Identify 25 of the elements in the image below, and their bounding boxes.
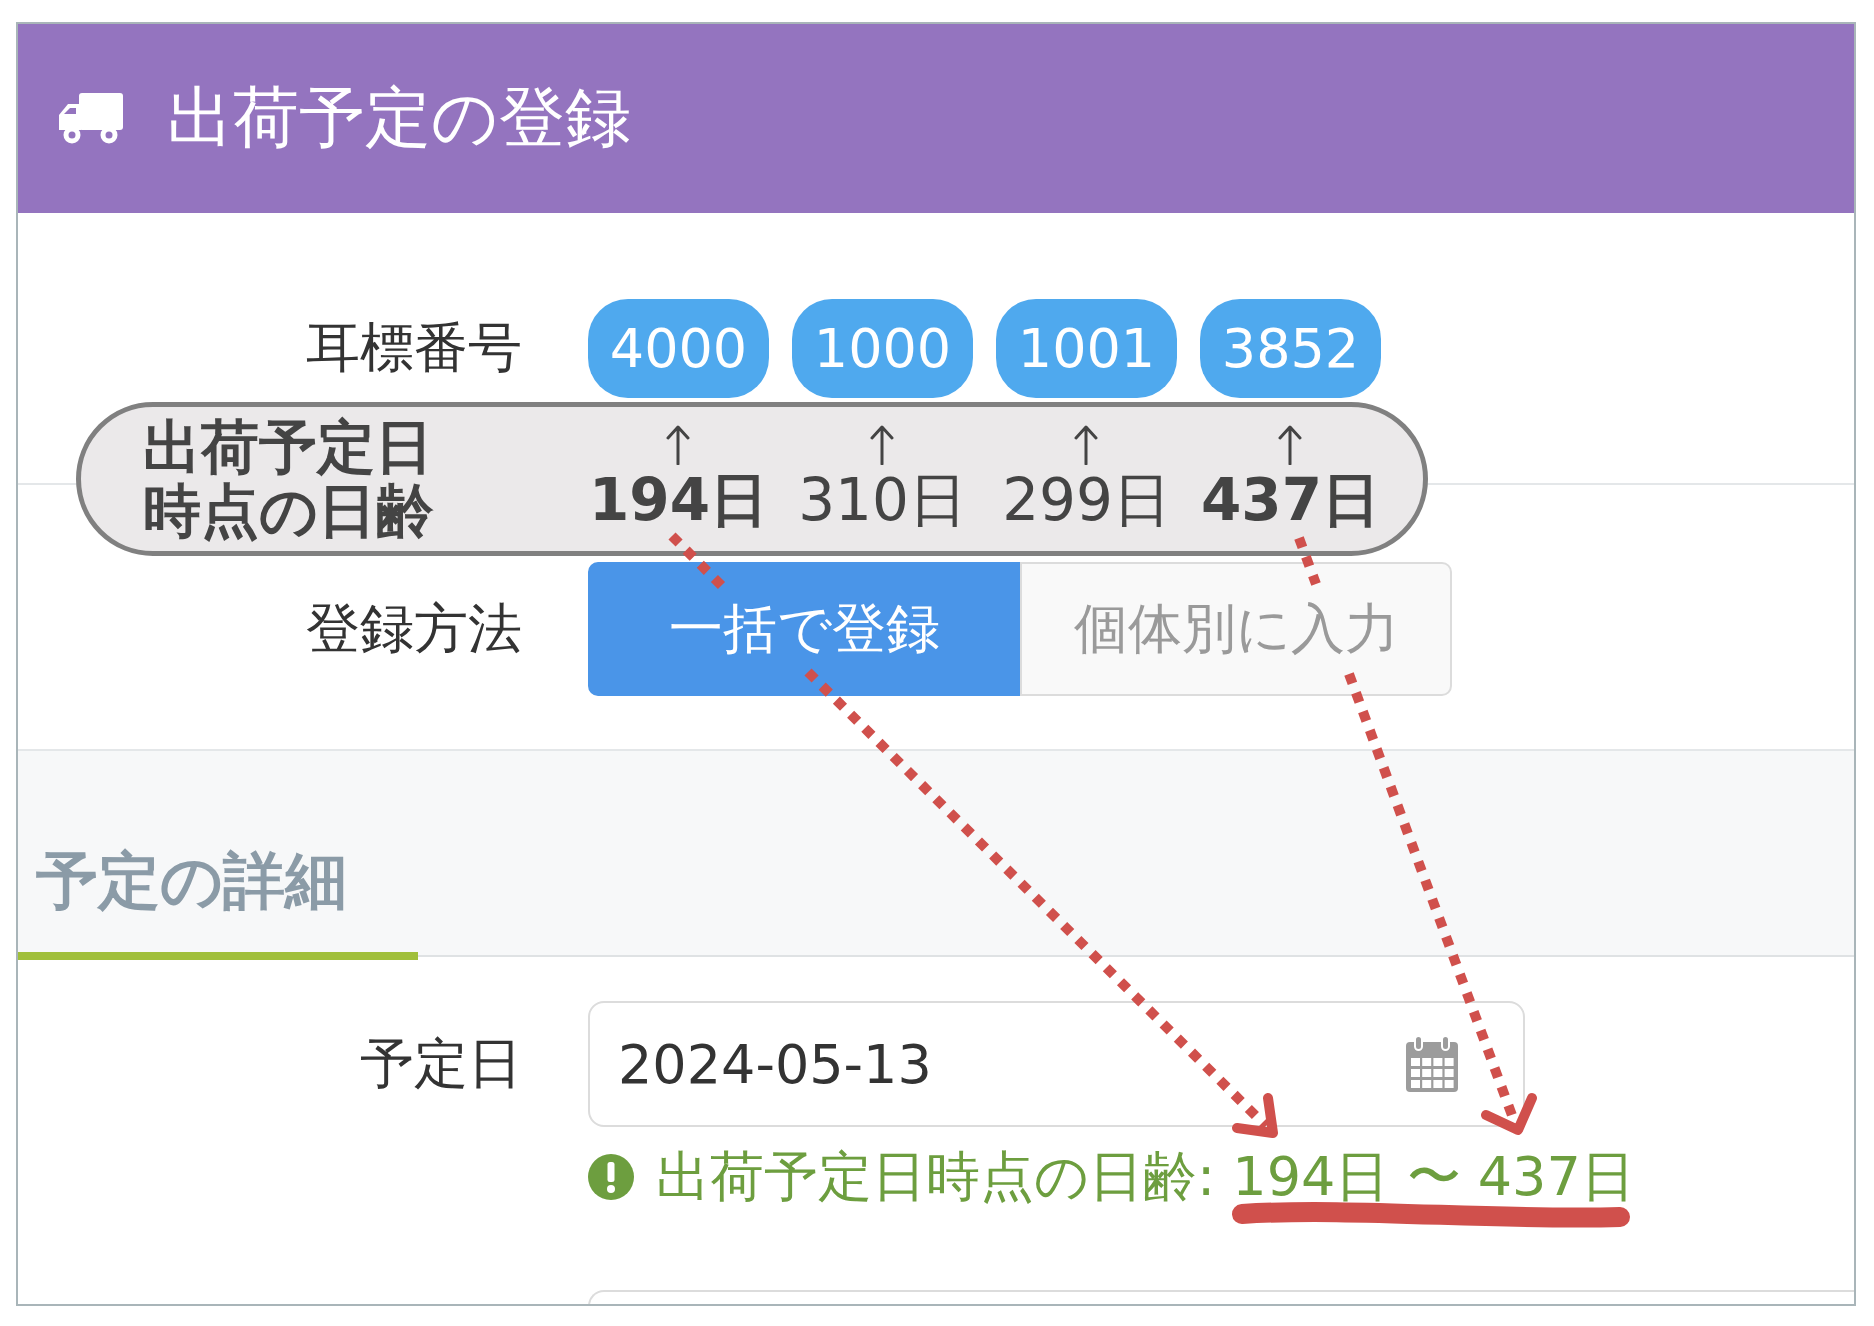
callout-label: 出荷予定日時点の日齢 xyxy=(143,415,435,543)
age-value: 194日 xyxy=(588,469,768,533)
up-arrow-icon xyxy=(665,425,692,466)
age-value: 437日 xyxy=(1200,469,1380,533)
ear-tag-badge: 3852 xyxy=(1200,298,1381,398)
calendar-icon[interactable] xyxy=(1404,1036,1460,1092)
section-title: 予定の詳細 xyxy=(36,844,347,917)
ear-tag-badge: 1001 xyxy=(996,298,1177,398)
up-arrow-icon xyxy=(1073,425,1100,466)
age-value: 299日 xyxy=(1002,469,1171,533)
up-arrow-icon xyxy=(869,425,896,466)
ear-tag-badge: 4000 xyxy=(588,298,769,398)
exclamation-icon xyxy=(588,1153,634,1200)
field-label: 予定日 xyxy=(359,1031,522,1097)
page-title: 出荷予定の登録 xyxy=(167,82,631,155)
age-value: 310日 xyxy=(798,469,967,533)
segment-button[interactable]: 一括で登録 xyxy=(588,562,1020,696)
segment-button[interactable]: 個体別に入力 xyxy=(1020,562,1452,696)
truck-icon xyxy=(57,93,123,144)
help-text: 出荷予定日時点の日齢: 194日 〜 437日 xyxy=(656,1147,1635,1207)
field-label: 登録方法 xyxy=(305,596,522,662)
up-arrow-icon xyxy=(1277,425,1304,466)
field-label: 耳標番号 xyxy=(305,315,522,381)
date-field[interactable]: 2024-05-13 xyxy=(588,1001,1525,1127)
ear-tag-badge: 1000 xyxy=(792,298,973,398)
